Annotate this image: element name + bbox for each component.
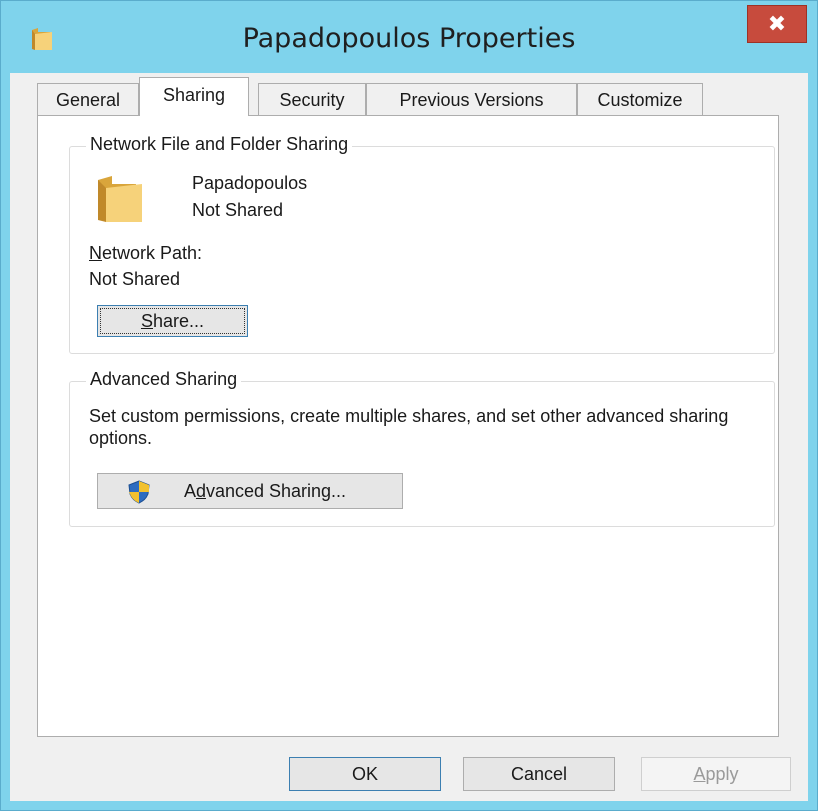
ok-button[interactable]: OK <box>289 757 441 791</box>
close-button[interactable]: ✖ <box>747 5 807 43</box>
apply-button[interactable]: Apply <box>641 757 791 791</box>
window-title: Papadopoulos Properties <box>242 23 576 54</box>
dialog-client-area: General Sharing Security Previous Versio… <box>10 73 808 801</box>
close-icon: ✖ <box>767 11 787 37</box>
tab-general[interactable]: General <box>37 83 139 115</box>
network-sharing-group-title: Network File and Folder Sharing <box>86 134 353 155</box>
title-bar[interactable]: Papadopoulos Properties ✖ <box>1 1 817 73</box>
tab-security[interactable]: Security <box>258 83 366 115</box>
advanced-sharing-description: Set custom permissions, create multiple … <box>89 406 729 448</box>
network-sharing-group: Network File and Folder Sharing Papadopo… <box>69 134 775 354</box>
cancel-button[interactable]: Cancel <box>463 757 615 791</box>
properties-dialog: Papadopoulos Properties ✖ General Sharin… <box>0 0 818 811</box>
advanced-sharing-button[interactable]: Advanced Sharing... <box>97 473 403 509</box>
tab-previous-versions[interactable]: Previous Versions <box>366 83 577 115</box>
share-button[interactable]: Share... <box>97 305 248 337</box>
tab-sharing[interactable]: Sharing <box>139 77 249 116</box>
folder-icon <box>98 176 142 222</box>
network-path-value: Not Shared <box>89 269 181 289</box>
folder-share-status: Not Shared <box>192 200 284 220</box>
sharing-tab-page: Network File and Folder Sharing Papadopo… <box>37 115 779 737</box>
advanced-sharing-group: Advanced Sharing Set custom permissions,… <box>69 369 775 527</box>
advanced-sharing-group-title: Advanced Sharing <box>86 369 242 390</box>
uac-shield-icon <box>128 480 150 504</box>
network-path-label: Network Path: <box>89 243 203 263</box>
tab-customize[interactable]: Customize <box>577 83 703 115</box>
folder-name: Papadopoulos <box>192 173 308 193</box>
